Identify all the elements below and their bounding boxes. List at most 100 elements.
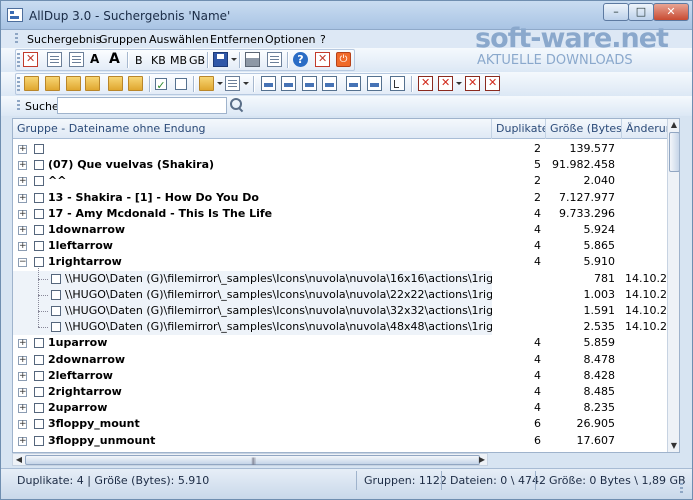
group-checkbox[interactable] xyxy=(34,436,44,446)
group-row[interactable]: +2downarrow 4 8.478 xyxy=(13,352,667,368)
uncheck-all-icon[interactable] xyxy=(175,78,187,90)
delete-dropdown-icon[interactable] xyxy=(456,82,462,85)
expand-icon[interactable]: + xyxy=(18,437,27,446)
group-row[interactable]: +1downarrow 4 5.924 xyxy=(13,222,667,238)
group-checkbox[interactable] xyxy=(34,257,44,267)
file-checkbox[interactable] xyxy=(51,290,61,300)
delete-options-icon[interactable] xyxy=(438,76,453,91)
collapse-icon[interactable]: − xyxy=(18,258,27,267)
folder-group-icon[interactable] xyxy=(108,76,123,91)
expand-icon[interactable]: + xyxy=(18,356,27,365)
save-dropdown-icon[interactable] xyxy=(231,58,237,61)
file-row[interactable]: \\HUGO\Daten (G)\filemirror\_samples\Ico… xyxy=(13,303,667,319)
close-button[interactable]: ✕ xyxy=(653,3,689,21)
group-checkbox[interactable] xyxy=(34,209,44,219)
folder-move-icon[interactable] xyxy=(85,76,100,91)
group-row[interactable]: +3floppy_unmount 6 17.607 xyxy=(13,433,667,449)
vertical-scroll-thumb[interactable] xyxy=(669,132,679,172)
unit-kb-button[interactable]: KB xyxy=(151,54,166,67)
group-row[interactable]: − 1rightarrow 4 5.910 xyxy=(13,254,667,270)
group-row[interactable]: +13 - Shakira - [1] - How Do You Do 2 7.12… xyxy=(13,190,667,206)
group-row[interactable]: +3floppy_mount 6 26.905 xyxy=(13,416,667,432)
group-row[interactable]: + (07) Que vuelvas (Shakira) 5 91.982.458 xyxy=(13,157,667,173)
expand-icon[interactable]: + xyxy=(18,372,27,381)
open-file-folder-icon[interactable] xyxy=(45,76,60,91)
horizontal-scrollbar[interactable]: ◀ ||| ▶ xyxy=(12,453,488,466)
file-row[interactable]: \\HUGO\Daten (G)\filemirror\_samples\Ico… xyxy=(13,319,667,335)
group-checkbox[interactable] xyxy=(34,160,44,170)
group-checkbox[interactable] xyxy=(34,371,44,381)
font-larger-icon[interactable]: A xyxy=(109,51,120,67)
group-checkbox[interactable] xyxy=(34,176,44,186)
column-header-modified[interactable]: Änderun xyxy=(622,119,667,139)
group-checkbox[interactable] xyxy=(34,225,44,235)
select-folder-icon[interactable] xyxy=(199,76,214,91)
select-oldest-icon[interactable] xyxy=(281,76,296,91)
select-last-icon[interactable] xyxy=(367,76,382,91)
menu-gruppen[interactable]: Gruppen xyxy=(99,33,147,46)
expand-icon[interactable]: + xyxy=(18,242,27,251)
expand-icon[interactable]: + xyxy=(18,161,27,170)
menu-entfernen[interactable]: Entfernen xyxy=(210,33,264,46)
group-checkbox[interactable] xyxy=(34,403,44,413)
folder-copy-icon[interactable] xyxy=(66,76,81,91)
expand-icon[interactable]: + xyxy=(18,339,27,348)
maximize-button[interactable]: □ xyxy=(628,3,654,21)
select-newest-icon[interactable] xyxy=(261,76,276,91)
column-header-name[interactable]: Gruppe - Dateiname ohne Endung xyxy=(13,119,492,139)
search-icon[interactable] xyxy=(230,98,244,112)
expand-icon[interactable]: + xyxy=(18,177,27,186)
select-largest-icon[interactable] xyxy=(302,76,317,91)
select-first-icon[interactable] xyxy=(346,76,361,91)
scroll-left-icon[interactable]: ◀ xyxy=(13,455,25,464)
file-row[interactable]: \\HUGO\Daten (G)\filemirror\_samples\Ico… xyxy=(13,271,667,287)
resize-grip[interactable] xyxy=(680,483,683,495)
group-row[interactable]: +2rightarrow 4 8.485 xyxy=(13,384,667,400)
minimize-button[interactable]: – xyxy=(603,3,629,21)
menu-help[interactable]: ? xyxy=(320,33,326,46)
group-row[interactable]: +2uparrow 4 8.235 xyxy=(13,400,667,416)
select-smallest-icon[interactable] xyxy=(322,76,337,91)
group-checkbox[interactable] xyxy=(34,193,44,203)
unit-bytes-button[interactable]: B xyxy=(135,54,143,67)
search-input[interactable] xyxy=(57,97,227,114)
group-row[interactable]: +1leftarrow 4 5.865 xyxy=(13,238,667,254)
help-icon[interactable]: ? xyxy=(293,52,308,67)
menu-optionen[interactable]: Optionen xyxy=(265,33,315,46)
group-checkbox[interactable] xyxy=(34,241,44,251)
save-icon[interactable] xyxy=(213,52,228,67)
expand-icon[interactable]: + xyxy=(18,210,27,219)
toolbar-grip[interactable] xyxy=(17,53,20,67)
group-row[interactable]: +2 139.577 xyxy=(13,141,667,157)
preview-icon[interactable] xyxy=(267,52,282,67)
info-icon[interactable] xyxy=(315,52,330,67)
unit-gb-button[interactable]: GB xyxy=(189,54,205,67)
group-row[interactable]: +1uparrow 4 5.859 xyxy=(13,335,667,351)
group-row[interactable]: +17 - Amy Mcdonald - This Is The Life 4 9.… xyxy=(13,206,667,222)
select-folder-dropdown-icon[interactable] xyxy=(217,82,223,85)
column-header-size[interactable]: Größe (Bytes) xyxy=(546,119,622,139)
group-row[interactable]: + ^^ 2 2.040 xyxy=(13,173,667,189)
expand-icon[interactable]: + xyxy=(18,420,27,429)
font-smaller-icon[interactable]: A xyxy=(90,52,99,66)
menu-auswaehlen[interactable]: Auswählen xyxy=(149,33,209,46)
group-checkbox[interactable] xyxy=(34,144,44,154)
scroll-down-icon[interactable]: ▼ xyxy=(668,441,679,450)
search-grip[interactable] xyxy=(17,100,20,112)
file-row[interactable]: \\HUGO\Daten (G)\filemirror\_samples\Ico… xyxy=(13,287,667,303)
group-checkbox[interactable] xyxy=(34,419,44,429)
expand-icon[interactable]: + xyxy=(18,388,27,397)
folder-group-alt-icon[interactable] xyxy=(128,76,143,91)
group-row[interactable]: +2leftarrow 4 8.428 xyxy=(13,368,667,384)
group-checkbox[interactable] xyxy=(34,387,44,397)
check-all-icon[interactable]: ✓ xyxy=(155,78,167,92)
recycle-icon[interactable] xyxy=(465,76,480,91)
expand-icon[interactable]: + xyxy=(18,194,27,203)
menu-grip[interactable] xyxy=(15,33,18,45)
unit-mb-button[interactable]: MB xyxy=(170,54,187,67)
export-icon[interactable] xyxy=(47,52,62,67)
expand-icon[interactable]: + xyxy=(18,226,27,235)
file-checkbox[interactable] xyxy=(51,322,61,332)
group-checkbox[interactable] xyxy=(34,355,44,365)
print-icon[interactable] xyxy=(245,52,260,67)
